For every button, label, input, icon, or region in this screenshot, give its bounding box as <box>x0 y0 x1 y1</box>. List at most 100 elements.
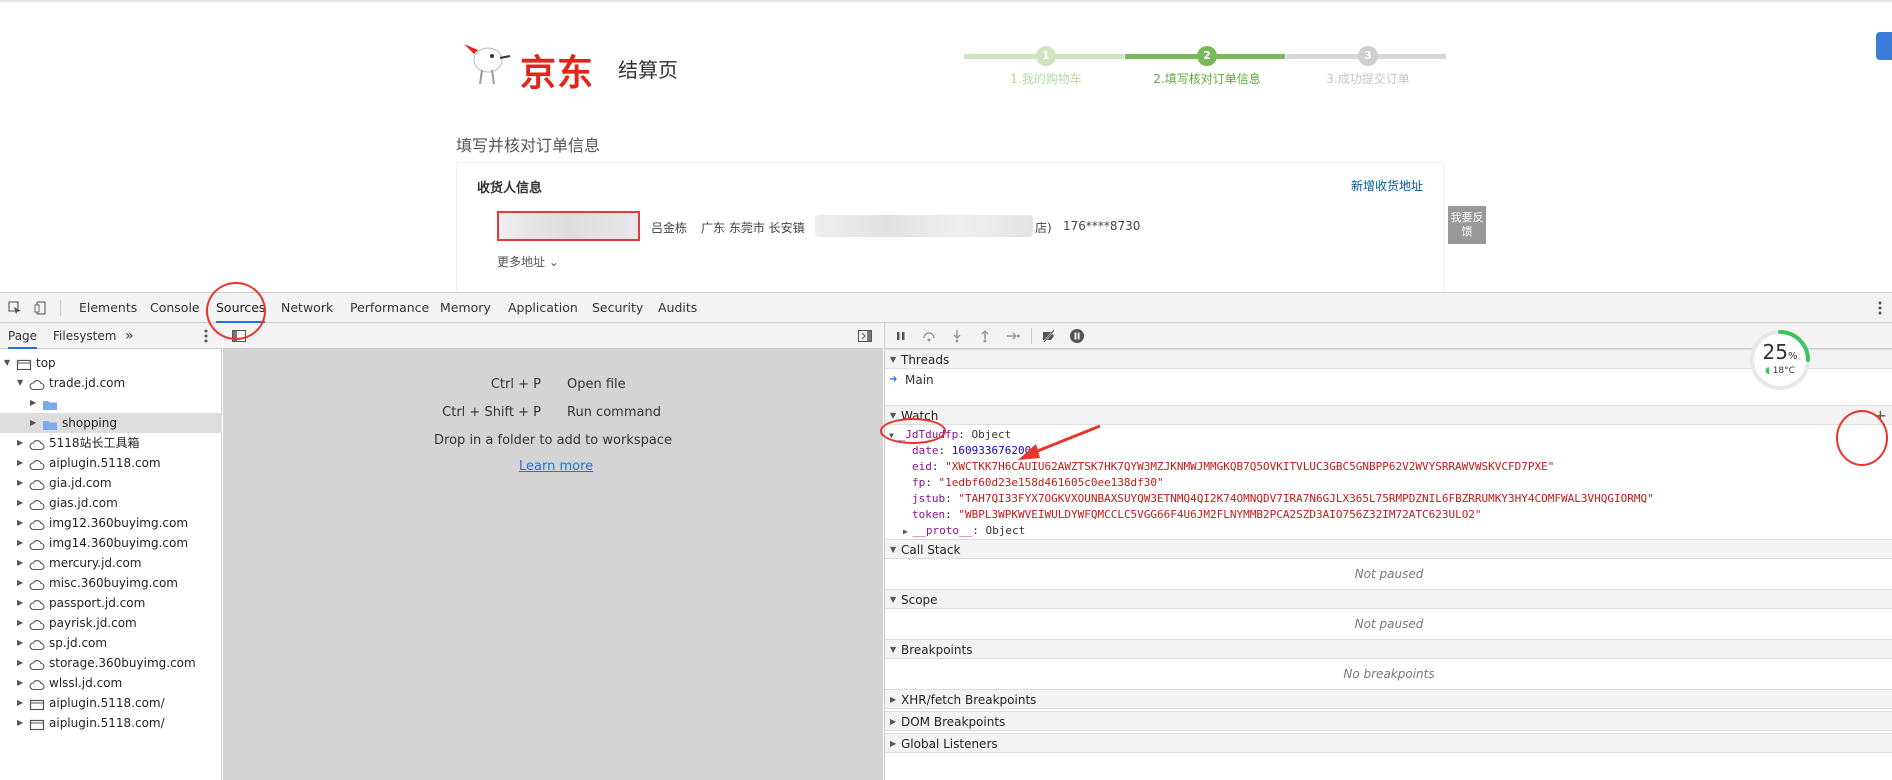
tab-application[interactable]: Application <box>508 293 578 323</box>
step-into-icon[interactable] <box>949 328 965 344</box>
scope-header[interactable]: ▼ Scope <box>885 589 1892 609</box>
tree-node[interactable]: ▼ top <box>0 353 222 373</box>
triangle-right-icon: ▶ <box>890 695 897 704</box>
tree-node[interactable]: ▶ img12.360buyimg.com <box>0 513 222 533</box>
step-icon[interactable] <box>1005 328 1021 344</box>
triangle-right-icon[interactable]: ▶ <box>17 633 27 653</box>
device-toolbar-icon[interactable] <box>34 301 48 315</box>
tab-elements[interactable]: Elements <box>79 293 137 323</box>
more-address-toggle[interactable]: 更多地址 ⌄ <box>497 253 559 270</box>
tree-node[interactable]: ▶ passport.jd.com <box>0 593 222 613</box>
toggle-debugger-icon[interactable] <box>857 328 873 344</box>
memory-usage-widget[interactable]: 25% ◖ 18°C <box>1748 328 1812 392</box>
tab-performance[interactable]: Performance <box>350 293 429 323</box>
triangle-right-icon[interactable]: ▶ <box>17 453 27 473</box>
triangle-right-icon[interactable]: ▶ <box>17 473 27 493</box>
triangle-right-icon[interactable]: ▶ <box>17 713 27 733</box>
tree-node-label: mercury.jd.com <box>49 556 142 570</box>
step-label: 3.成功提交订单 <box>1326 72 1410 86</box>
shortcut-action: Open file <box>567 377 626 392</box>
editor-area: Ctrl + P Open file Ctrl + Shift + P Run … <box>223 323 883 780</box>
tree-node[interactable]: ▶ wlssl.jd.com <box>0 673 222 693</box>
tree-node[interactable]: ▶ aiplugin.5118.com <box>0 453 222 473</box>
cloud-icon <box>29 457 45 471</box>
annotation-arrow-icon <box>1018 424 1101 460</box>
triangle-right-icon[interactable]: ▶ <box>17 593 27 613</box>
shortcut-keys: Ctrl + Shift + P <box>442 405 541 420</box>
tree-node[interactable]: ▶ payrisk.jd.com <box>0 613 222 633</box>
tree-node[interactable]: ▶ aiplugin.5118.com/ <box>0 693 222 713</box>
deactivate-breakpoints-icon[interactable] <box>1041 328 1057 344</box>
triangle-right-icon[interactable]: ▶ <box>17 693 27 713</box>
triangle-right-icon[interactable]: ▶ <box>17 653 27 673</box>
step-out-icon[interactable] <box>977 328 993 344</box>
tab-network[interactable]: Network <box>281 293 333 323</box>
tree-node[interactable]: ▶ img14.360buyimg.com <box>0 533 222 553</box>
triangle-right-icon[interactable]: ▶ <box>17 493 27 513</box>
step-over-icon[interactable] <box>921 328 937 344</box>
learn-more-link[interactable]: Learn more <box>519 459 593 474</box>
triangle-right-icon: ▶ <box>890 717 897 726</box>
xhr-breakpoints-header[interactable]: ▶ XHR/fetch Breakpoints <box>885 689 1892 709</box>
tree-node[interactable]: ▶ gia.jd.com <box>0 473 222 493</box>
thread-main[interactable]: ➜ Main <box>885 370 1892 390</box>
triangle-down-icon: ▼ <box>890 355 897 364</box>
tree-node[interactable]: ▶ mercury.jd.com <box>0 553 222 573</box>
tab-page[interactable]: Page <box>8 323 38 349</box>
watch-header[interactable]: ▼ Watch + <box>885 405 1892 425</box>
triangle-right-icon[interactable]: ▶ <box>17 613 27 633</box>
triangle-right-icon[interactable]: ▶ <box>17 553 27 573</box>
tree-node-label: top <box>36 356 56 370</box>
threads-header[interactable]: ▼ Threads <box>885 349 1892 369</box>
jd-logo[interactable]: 京东 <box>460 36 600 94</box>
pause-icon[interactable] <box>893 328 909 344</box>
tree-node[interactable]: ▶ gias.jd.com <box>0 493 222 513</box>
side-widget-icon[interactable] <box>1876 32 1892 60</box>
tab-security[interactable]: Security <box>592 293 643 323</box>
global-listeners-header[interactable]: ▶ Global Listeners <box>885 733 1892 753</box>
tree-node[interactable]: ▶ shopping <box>0 413 222 433</box>
tree-node[interactable]: ▶ <box>0 393 222 413</box>
triangle-right-icon[interactable]: ▶ <box>17 513 27 533</box>
triangle-right-icon[interactable]: ▶ <box>17 533 27 553</box>
more-options-icon[interactable] <box>1878 300 1882 316</box>
tree-node-label: misc.360buyimg.com <box>49 576 178 590</box>
triangle-down-icon[interactable]: ▼ <box>4 353 14 373</box>
receiver-name: 吕金栋 <box>651 221 688 235</box>
tree-node-label: trade.jd.com <box>49 376 126 390</box>
receiver-address: 广东 东莞市 长安镇 <box>701 221 805 235</box>
triangle-down-icon[interactable]: ▼ <box>17 373 27 393</box>
triangle-right-icon[interactable]: ▶ <box>17 673 27 693</box>
tree-node[interactable]: ▼ trade.jd.com <box>0 373 222 393</box>
breakpoints-title: Breakpoints <box>901 643 973 657</box>
pause-on-exceptions-icon[interactable] <box>1069 328 1085 344</box>
tab-filesystem[interactable]: Filesystem <box>53 323 116 349</box>
navigator-menu-icon[interactable] <box>204 328 208 344</box>
tab-audits[interactable]: Audits <box>658 293 697 323</box>
add-address-link[interactable]: 新增收货地址 <box>1351 177 1423 194</box>
triangle-right-icon[interactable]: ▶ <box>17 573 27 593</box>
tree-node[interactable]: ▶ 5118站长工具箱 <box>0 433 222 453</box>
triangle-right-icon[interactable]: ▶ <box>17 433 27 453</box>
devtools-tabbar: Elements Console Sources Network Perform… <box>0 293 1892 323</box>
selected-address-tag[interactable] <box>497 211 640 241</box>
chevron-down-icon: ⌄ <box>548 255 559 269</box>
dom-breakpoints-header[interactable]: ▶ DOM Breakpoints <box>885 711 1892 731</box>
feedback-button[interactable]: 我要反馈 <box>1448 206 1486 244</box>
tree-node[interactable]: ▶ sp.jd.com <box>0 633 222 653</box>
watch-proto-row[interactable]: ▶ __proto__: Object <box>903 524 1025 537</box>
breakpoints-header[interactable]: ▼ Breakpoints <box>885 639 1892 659</box>
tab-console[interactable]: Console <box>150 293 200 323</box>
call-stack-header[interactable]: ▼ Call Stack <box>885 539 1892 559</box>
tab-memory[interactable]: Memory <box>440 293 491 323</box>
triangle-right-icon[interactable]: ▶ <box>30 413 40 433</box>
tree-node[interactable]: ▶ aiplugin.5118.com/ <box>0 713 222 733</box>
more-tabs-icon[interactable]: » <box>125 323 134 349</box>
threads-title: Threads <box>901 353 950 367</box>
tree-node[interactable]: ▶ misc.360buyimg.com <box>0 573 222 593</box>
triangle-right-icon[interactable]: ▶ <box>30 393 40 413</box>
triangle-down-icon: ▼ <box>890 545 897 554</box>
tree-node[interactable]: ▶ storage.360buyimg.com <box>0 653 222 673</box>
inspect-element-icon[interactable] <box>8 301 22 315</box>
triangle-right-icon: ▶ <box>890 739 897 748</box>
